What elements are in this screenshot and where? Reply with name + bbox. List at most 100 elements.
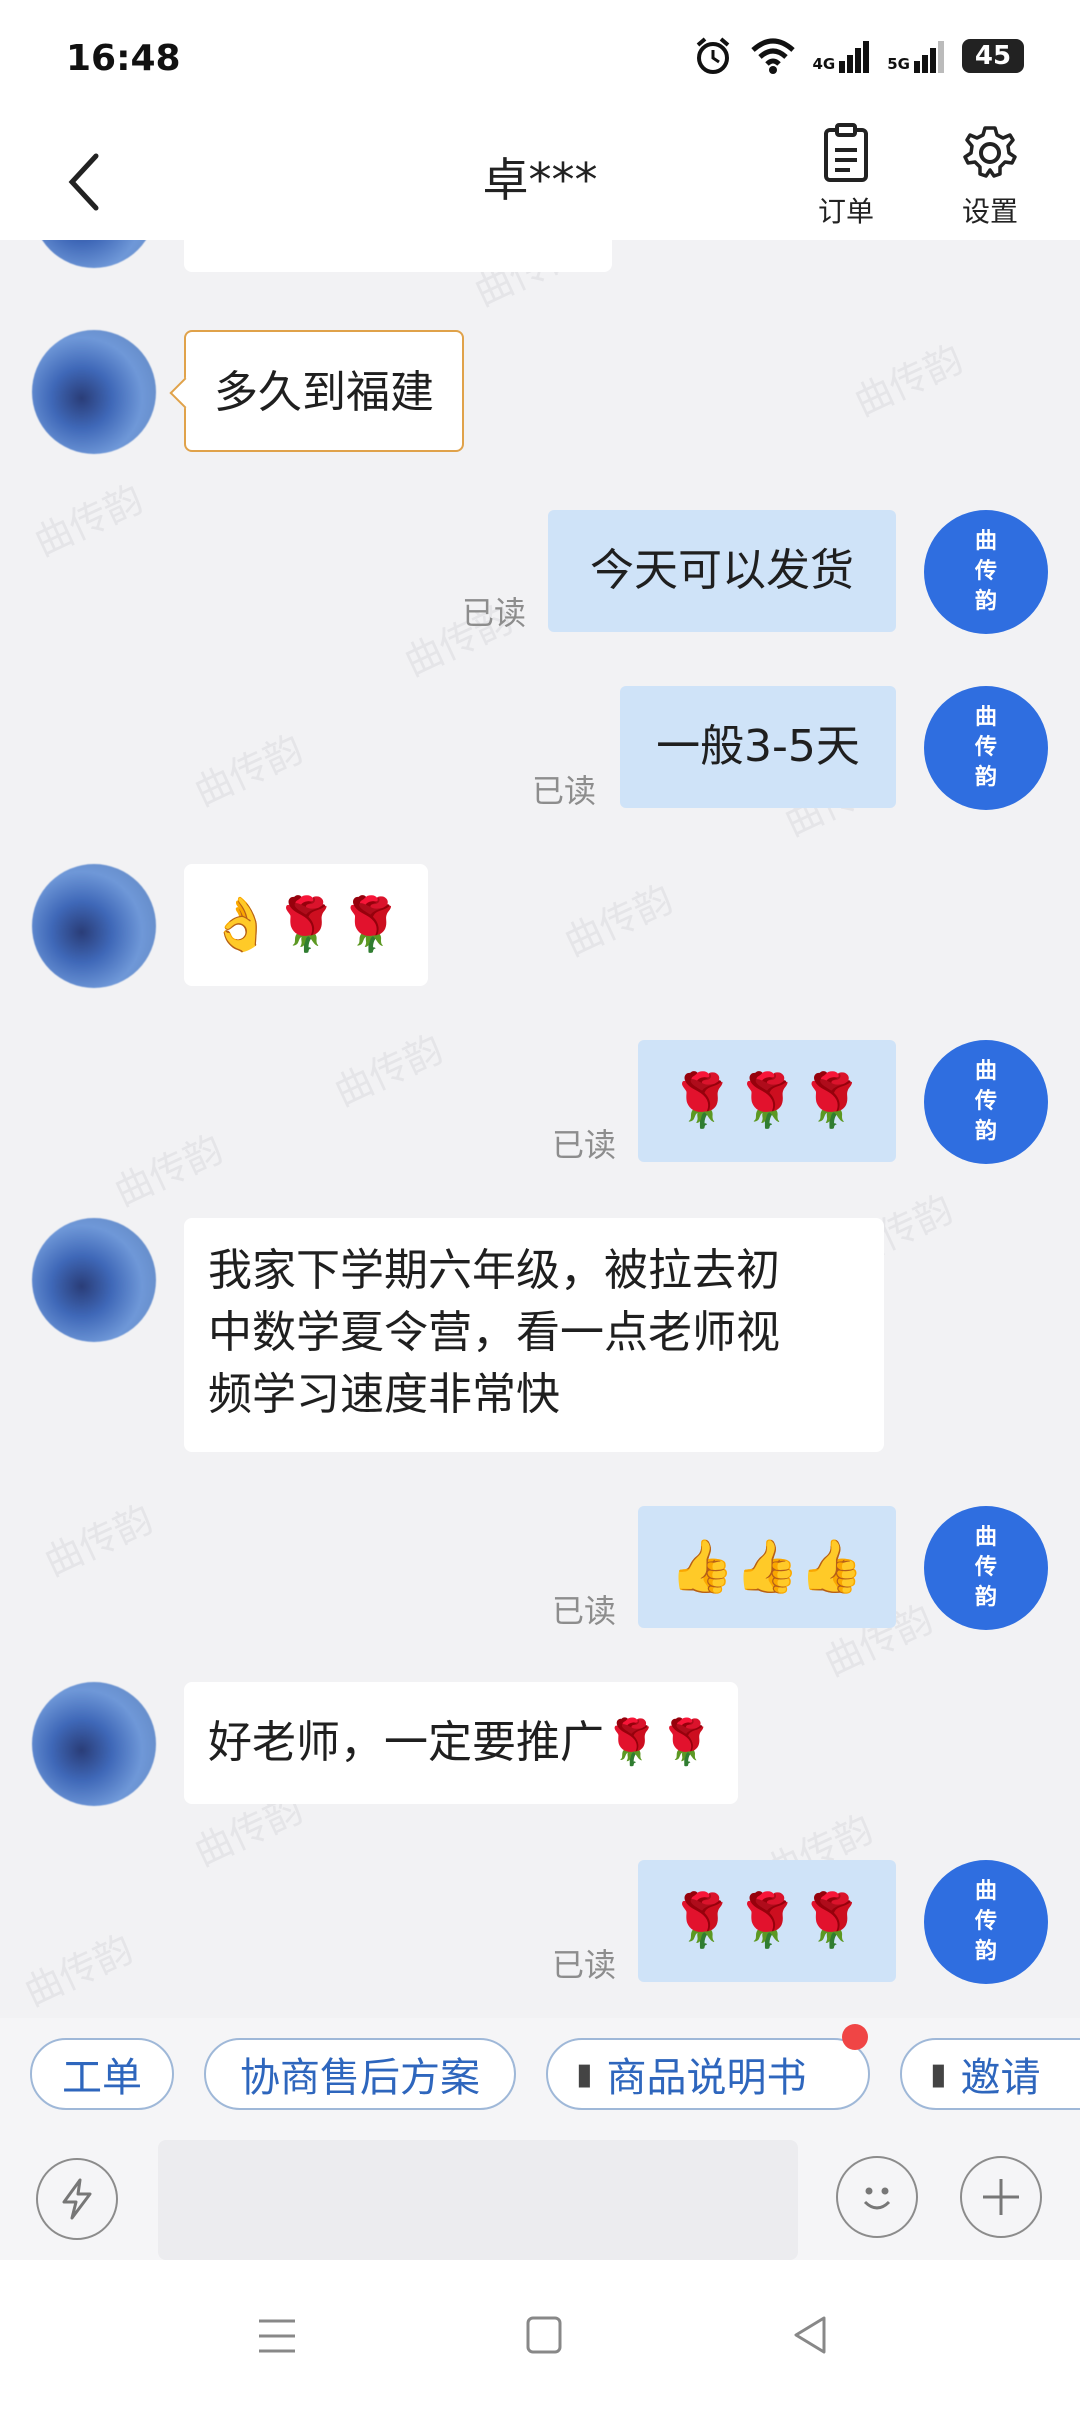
avatar-char: 韵 [974, 765, 997, 790]
message-text: 🌹🌹🌹 [669, 1071, 865, 1131]
read-status: 已读 [552, 1592, 617, 1630]
avatar-char: 曲 [974, 1525, 997, 1550]
input-bar [0, 2136, 1080, 2260]
home-icon[interactable] [524, 2314, 564, 2356]
message-text: 👍👍👍 [669, 1537, 865, 1597]
chip-label: 工单 [62, 2055, 142, 2101]
message-bubble-incoming[interactable]: 👌🌹🌹 [184, 864, 428, 986]
order-label: 订单 [817, 195, 874, 228]
message-text: 多久到福建 [214, 367, 434, 418]
gear-icon [963, 126, 1017, 178]
alarm-icon [696, 37, 729, 74]
back-triangle-icon[interactable] [790, 2312, 830, 2358]
message-text: 今天可以发货 [590, 545, 854, 596]
chip-label: 邀请 [960, 2055, 1041, 2101]
message-text: 👌🌹🌹 [208, 895, 404, 955]
back-button[interactable] [60, 142, 110, 222]
message-bubble-outgoing[interactable]: 👍👍👍 [638, 1506, 896, 1628]
book-icon: ▮ [576, 2056, 593, 2092]
customer-avatar[interactable] [32, 330, 156, 454]
avatar-char: 传 [974, 1089, 997, 1114]
avatar-char: 韵 [974, 589, 997, 614]
message-line: 我家下学期六年级，被拉去初 [208, 1245, 780, 1296]
customer-avatar[interactable] [32, 240, 156, 268]
battery-indicator: 45 [962, 39, 1024, 73]
quick-reply-button[interactable] [36, 2158, 118, 2240]
lightning-icon [62, 2178, 92, 2220]
self-avatar[interactable]: 曲 传 韵 [924, 1040, 1048, 1164]
bag-icon: ▮ [930, 2056, 947, 2092]
wifi-icon [750, 38, 795, 74]
signal-4g-icon: 4G [813, 39, 872, 73]
system-nav-bar [0, 2260, 1080, 2412]
read-status: 已读 [462, 594, 527, 632]
menu-icon[interactable] [256, 2316, 298, 2356]
message-text: 好老师，一定要推广🌹🌹 [208, 1717, 714, 1768]
avatar-char: 韵 [974, 1939, 997, 1964]
message-bubble-partial [184, 240, 612, 272]
read-status: 已读 [532, 772, 597, 810]
emoji-button[interactable] [836, 2156, 918, 2238]
settings-button[interactable]: 设置 [935, 118, 1045, 240]
watermark-text: 曲传韵 [107, 1126, 230, 1215]
customer-avatar[interactable] [32, 864, 156, 988]
avatar-char: 传 [974, 559, 997, 584]
status-time: 16:48 [66, 38, 181, 79]
self-avatar[interactable]: 曲 传 韵 [924, 1506, 1048, 1630]
message-line: 频学习速度非常快 [208, 1369, 560, 1420]
customer-avatar[interactable] [32, 1218, 156, 1342]
product-manual-chip[interactable]: ▮ 商品说明书 [546, 2038, 870, 2110]
signal-5g-icon: 5G [887, 39, 946, 73]
chip-label: 商品说明书 [606, 2055, 807, 2101]
message-line: 中数学夏令营，看一点老师视 [208, 1307, 780, 1358]
message-bubble-outgoing[interactable]: 🌹🌹🌹 [638, 1860, 896, 1982]
avatar-char: 曲 [974, 705, 997, 730]
invite-chip[interactable]: ▮ 邀请 [900, 2038, 1080, 2110]
network-5g-label: 5G [887, 55, 910, 73]
avatar-char: 曲 [974, 1059, 997, 1084]
watermark-text: 曲传韵 [187, 726, 310, 815]
status-icons: 4G 5G 45 [693, 36, 1024, 76]
watermark-text: 曲传韵 [847, 336, 970, 425]
watermark-text: 曲传韵 [327, 1026, 450, 1115]
chip-label: 协商售后方案 [240, 2055, 480, 2101]
message-text: 🌹🌹🌹 [669, 1891, 865, 1951]
quick-action-bar[interactable]: 工单 协商售后方案 ▮ 商品说明书 ▮ 邀请 [0, 2018, 1080, 2136]
avatar-char: 传 [974, 1555, 997, 1580]
avatar-char: 曲 [974, 1879, 997, 1904]
work-order-chip[interactable]: 工单 [30, 2038, 174, 2110]
network-4g-label: 4G [812, 55, 836, 73]
avatar-char: 传 [974, 1909, 997, 1934]
clipboard-icon [824, 123, 868, 182]
chat-area[interactable]: 曲传韵 曲传韵 曲传韵 曲传韵 曲传韵 曲传韵 曲传韵 曲传韵 曲传韵 曲传韵 … [0, 240, 1080, 2018]
order-button[interactable]: 订单 [791, 118, 901, 240]
avatar-char: 韵 [974, 1119, 997, 1144]
chat-header: 卓*** 订单 设置 [0, 118, 1080, 240]
message-bubble-outgoing[interactable]: 今天可以发货 [548, 510, 896, 632]
self-avatar[interactable]: 曲 传 韵 [924, 510, 1048, 634]
battery-level: 45 [974, 41, 1012, 71]
message-bubble-incoming[interactable]: 多久到福建 [184, 330, 464, 452]
message-bubble-outgoing[interactable]: 🌹🌹🌹 [638, 1040, 896, 1162]
settings-label: 设置 [961, 195, 1018, 228]
message-bubble-incoming[interactable]: 好老师，一定要推广🌹🌹 [184, 1682, 738, 1804]
page-title: 卓*** [482, 153, 598, 207]
message-input[interactable] [158, 2140, 798, 2260]
avatar-char: 传 [974, 735, 997, 760]
self-avatar[interactable]: 曲 传 韵 [924, 1860, 1048, 1984]
customer-avatar[interactable] [32, 1682, 156, 1806]
add-button[interactable] [960, 2156, 1042, 2238]
message-text: 一般3-5天 [656, 721, 860, 772]
status-bar: 16:48 4G 5G 45 [0, 0, 1080, 118]
notification-dot [842, 2024, 868, 2050]
plus-icon [983, 2179, 1019, 2215]
chevron-left-icon [68, 153, 99, 211]
read-status: 已读 [552, 1126, 617, 1164]
after-sales-plan-chip[interactable]: 协商售后方案 [204, 2038, 516, 2110]
avatar-char: 韵 [974, 1585, 997, 1610]
message-bubble-outgoing[interactable]: 一般3-5天 [620, 686, 896, 808]
read-status: 已读 [552, 1946, 617, 1984]
watermark-text: 曲传韵 [37, 1496, 160, 1585]
self-avatar[interactable]: 曲 传 韵 [924, 686, 1048, 810]
message-bubble-incoming[interactable]: 我家下学期六年级，被拉去初 中数学夏令营，看一点老师视 频学习速度非常快 [184, 1218, 884, 1452]
